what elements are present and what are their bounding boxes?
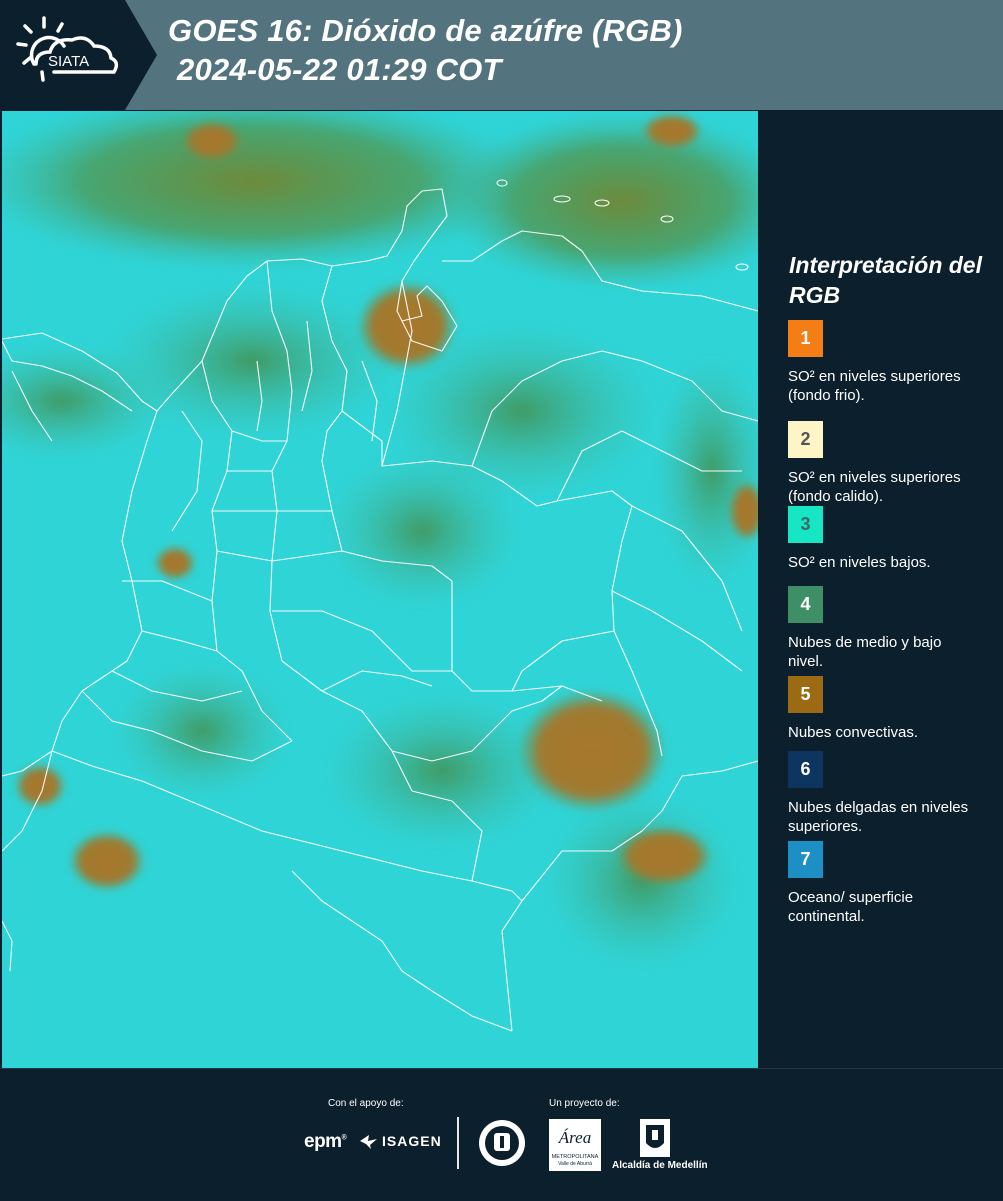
legend-label: Oceano/ superficie continental. <box>788 889 914 925</box>
legend-label: SO² en niveles superiores (fondo calido)… <box>788 469 961 505</box>
footer: Con el apoyo de: Un proyecto de: epm® IS… <box>0 1068 1003 1201</box>
isagen-logo: ISAGEN <box>360 1133 442 1149</box>
support-caption: Con el apoyo de: <box>328 1098 404 1109</box>
legend-item-7: 7 Oceano/ superficie continental. <box>788 841 998 926</box>
legend-swatch: 6 <box>788 751 823 788</box>
header-chevron <box>125 0 157 110</box>
legend-item-6: 6 Nubes delgadas en niveles superiores. <box>788 751 998 836</box>
legend-swatch: 7 <box>788 841 823 878</box>
legend-label: Nubes de medio y bajo nivel. <box>788 634 942 670</box>
legend-item-1: 1 SO² en niveles superiores (fondo frio). <box>788 320 998 405</box>
alcaldia-shield-icon <box>640 1119 670 1157</box>
legend-swatch: 1 <box>788 320 823 357</box>
epm-logo: epm® <box>304 1131 347 1152</box>
svg-text:SIATA: SIATA <box>48 53 89 70</box>
legend-swatch: 5 <box>788 676 823 713</box>
project-caption: Un proyecto de: <box>549 1098 620 1109</box>
svg-text:METROPOLITANA: METROPOLITANA <box>552 1154 599 1160</box>
legend-label: Nubes convectivas. <box>788 724 919 741</box>
legend-swatch: 4 <box>788 586 823 623</box>
medellin-seal-icon <box>479 1120 525 1166</box>
isagen-mark-icon <box>360 1135 377 1149</box>
svg-text:Área: Área <box>558 1128 591 1147</box>
area-metropolitana-logo: Área METROPOLITANA Valle de Aburrá <box>549 1119 601 1171</box>
footer-divider <box>457 1117 459 1169</box>
header-bar: SIATA GOES 16: Dióxido de azúfre (RGB) 2… <box>0 0 1003 110</box>
satellite-map <box>2 111 758 1068</box>
legend-label: SO² en niveles bajos. <box>788 554 931 571</box>
legend-panel: Interpretación del RGB 1 SO² en niveles s… <box>760 111 1003 1068</box>
legend-label: SO² en niveles superiores (fondo frio). <box>788 368 961 404</box>
page-timestamp: 2024-05-22 01:29 COT <box>177 52 502 87</box>
legend-item-5: 5 Nubes convectivas. <box>788 676 998 742</box>
legend-item-3: 3 SO² en niveles bajos. <box>788 506 998 572</box>
svg-text:Valle de Aburrá: Valle de Aburrá <box>558 1161 592 1167</box>
legend-title: Interpretación del RGB <box>789 252 982 308</box>
alcaldia-label: Alcaldía de Medellín <box>612 1160 708 1171</box>
legend-item-2: 2 SO² en niveles superiores (fondo calido… <box>788 421 998 506</box>
legend-swatch: 3 <box>788 506 823 543</box>
page-title: GOES 16: Dióxido de azúfre (RGB) <box>168 13 683 48</box>
siata-logo: SIATA <box>16 16 119 82</box>
legend-item-4: 4 Nubes de medio y bajo nivel. <box>788 586 998 671</box>
legend-label: Nubes delgadas en niveles superiores. <box>788 799 969 835</box>
legend-swatch: 2 <box>788 421 823 458</box>
